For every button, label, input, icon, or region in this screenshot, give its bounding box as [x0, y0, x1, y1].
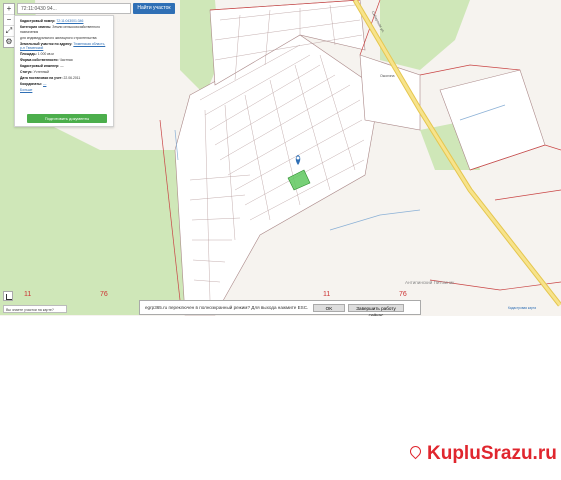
cadastral-map[interactable]: Ожогина Сибирская ул. Антипинский Питомн…	[0, 0, 561, 316]
registration-label: Дата постановки на учет:	[20, 76, 63, 81]
search-input[interactable]: 72:11:0430 94...	[17, 3, 131, 14]
area-label: Площадь:	[20, 52, 37, 57]
layers-icon[interactable]	[3, 291, 13, 301]
parcel-info-panel: Кадастровый номер: 72:11:043001:346 Кате…	[14, 15, 114, 127]
registration-value: 22.06.2011	[63, 76, 81, 81]
settings-icon[interactable]: ⚙	[4, 37, 14, 47]
status-value: Учтенный	[33, 70, 49, 75]
area-value: 1 000 кв.м	[37, 52, 54, 57]
category-label: Категория земель:	[20, 24, 52, 29]
grid-number: 11	[323, 291, 331, 298]
end-session-button[interactable]: Завершить работу сейчас	[348, 304, 404, 316]
owner-value: Частная	[59, 58, 73, 63]
question-link[interactable]: Вы знаете участки на карте?	[3, 305, 67, 313]
search-button[interactable]: Найти участок	[133, 3, 175, 14]
more-link[interactable]: Больше	[20, 88, 32, 92]
village-label: Ожогина	[380, 74, 395, 78]
zoom-out-button[interactable]: −	[4, 15, 14, 26]
address-label: Земельный участок по адресу:	[20, 41, 73, 46]
fullscreen-icon[interactable]: ⤢	[4, 26, 14, 37]
grid-number: 11	[24, 291, 32, 298]
cadastral-number-label: Кадастровый номер:	[20, 19, 56, 23]
engineer-value: —	[60, 64, 64, 69]
owner-label: Форма собственности:	[20, 58, 59, 63]
grid-number: 76	[100, 291, 108, 298]
watermark: KupluSrazu.ru	[407, 443, 557, 465]
ok-button[interactable]: OK	[313, 304, 345, 312]
notice-message: egrp365.ru переключен в полноэкранный ре…	[145, 305, 309, 310]
coords-label: Координаты:	[20, 82, 43, 87]
area-label: Антипинский Питомник	[405, 280, 455, 285]
map-attribution[interactable]: Кадастровая карта	[508, 306, 536, 310]
cadastral-number-link[interactable]: 72:11:043001:346	[56, 19, 83, 23]
status-label: Статус:	[20, 70, 33, 75]
zoom-in-button[interactable]: +	[4, 4, 14, 15]
fullscreen-notice: egrp365.ru переключен в полноэкранный ре…	[139, 300, 421, 316]
use-value: для индивидуального жилищного строительс…	[20, 35, 97, 40]
pin-icon	[407, 443, 424, 460]
grid-number: 76	[399, 291, 407, 298]
forest-area-ne	[380, 0, 470, 70]
prepare-documents-button[interactable]: Подготовить документы	[27, 114, 107, 123]
watermark-text: KupluSrazu.ru	[427, 443, 557, 464]
coords-link[interactable]: —	[43, 82, 46, 86]
engineer-label: Кадастровый инженер:	[20, 64, 60, 69]
